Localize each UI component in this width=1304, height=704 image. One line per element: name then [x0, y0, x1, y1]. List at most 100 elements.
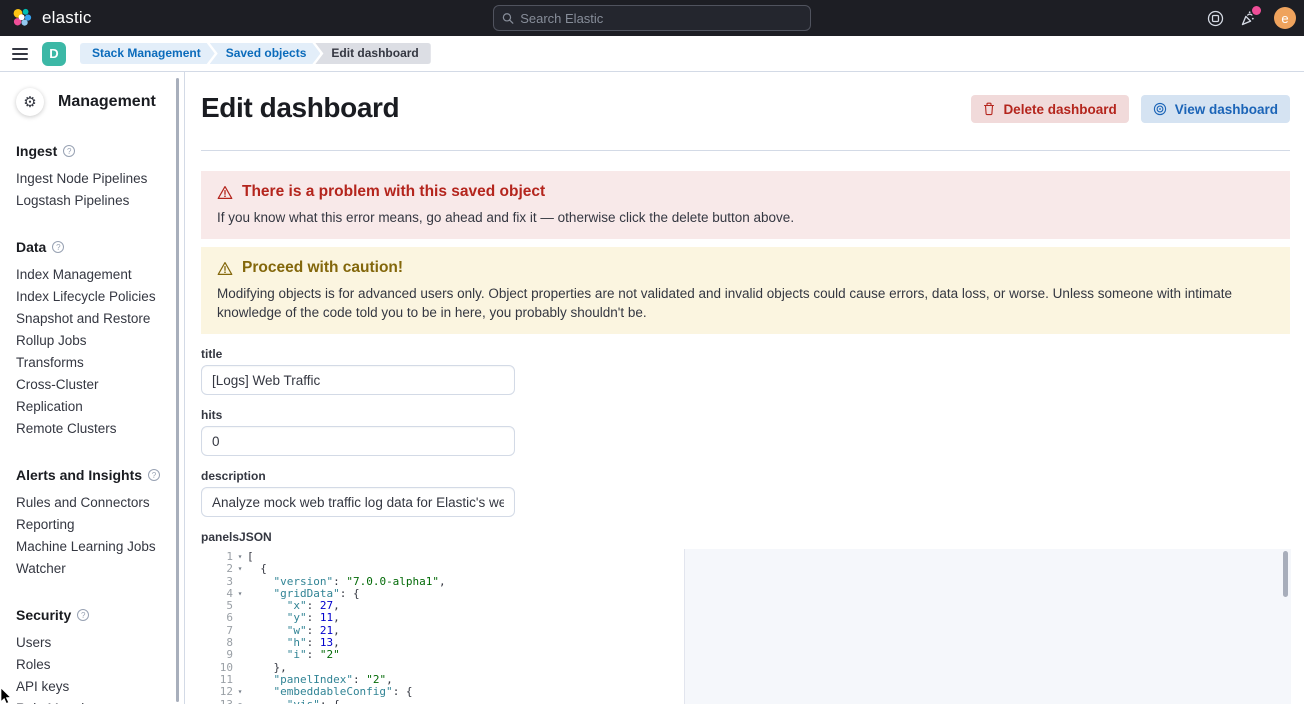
- sidebar-item-ingest-node-pipelines[interactable]: Ingest Node Pipelines: [16, 168, 166, 190]
- sidebar-item-rollup-jobs[interactable]: Rollup Jobs: [16, 330, 166, 352]
- hits-field-label: hits: [201, 408, 515, 422]
- breadcrumb: Stack Management Saved objects Edit dash…: [80, 43, 431, 64]
- editor-scrollbar[interactable]: [1283, 551, 1288, 597]
- code-line: 4▾"gridData": {: [201, 588, 1291, 600]
- help-menu-button[interactable]: [1206, 9, 1224, 27]
- sidebar-item-api-keys[interactable]: API keys: [16, 676, 166, 698]
- global-search[interactable]: [493, 5, 811, 31]
- sidebar-item-rules-and-connectors[interactable]: Rules and Connectors: [16, 492, 166, 514]
- hits-field-input[interactable]: [201, 426, 515, 456]
- sidebar-item-watcher[interactable]: Watcher: [16, 558, 166, 580]
- breadcrumb-saved-objects[interactable]: Saved objects: [210, 43, 321, 64]
- code-line: 9 "i": "2": [201, 649, 1291, 661]
- trash-icon: [983, 102, 995, 116]
- warning-callout-title: Proceed with caution!: [242, 259, 403, 277]
- sidebar-section-security: Security? UsersRolesAPI keysRole Mappings: [16, 607, 166, 704]
- alert-triangle-icon: [217, 185, 233, 200]
- danger-callout: There is a problem with this saved objec…: [201, 171, 1290, 239]
- fold-spacer: [233, 649, 247, 661]
- sidebar-scrollbar[interactable]: [176, 78, 179, 702]
- code-text: "version": "7.0.0-alpha1",: [247, 576, 1291, 588]
- danger-callout-title: There is a problem with this saved objec…: [242, 183, 545, 201]
- panels-json-editor[interactable]: 1▾[2▾{3"version": "7.0.0-alpha1",4▾"grid…: [201, 549, 1291, 704]
- section-help-icon: ?: [63, 145, 75, 157]
- sidebar-item-role-mappings[interactable]: Role Mappings: [16, 698, 166, 704]
- line-number: 9: [201, 649, 233, 661]
- warning-triangle-icon: [217, 261, 233, 276]
- sidebar-item-snapshot-and-restore[interactable]: Snapshot and Restore: [16, 308, 166, 330]
- sidebar-section-title: Data?: [16, 239, 166, 255]
- title-field-input[interactable]: [201, 365, 515, 395]
- code-line: 1▾[: [201, 551, 1291, 563]
- hamburger-icon: [12, 45, 28, 63]
- line-number: 2: [201, 563, 233, 575]
- sidebar-title: Management: [58, 93, 156, 111]
- search-icon: [502, 12, 514, 25]
- code-text: "y": 11,: [247, 612, 1291, 624]
- sidebar-header: ⚙ Management: [16, 88, 166, 116]
- search-input[interactable]: [520, 11, 802, 26]
- sidebar-item-transforms[interactable]: Transforms: [16, 352, 166, 374]
- code-text: [: [247, 551, 1291, 563]
- sidebar-item-users[interactable]: Users: [16, 632, 166, 654]
- sidebar-item-machine-learning-jobs[interactable]: Machine Learning Jobs: [16, 536, 166, 558]
- sidebar-item-cross-cluster-replication[interactable]: Cross-Cluster Replication: [16, 374, 166, 418]
- description-field-input[interactable]: [201, 487, 515, 517]
- sidebar-section-title: Ingest?: [16, 143, 166, 159]
- sidebar-section-data: Data? Index ManagementIndex Lifecycle Pol…: [16, 239, 166, 440]
- description-field-label: description: [201, 469, 515, 483]
- sidebar-item-remote-clusters[interactable]: Remote Clusters: [16, 418, 166, 440]
- delete-dashboard-button[interactable]: Delete dashboard: [971, 95, 1128, 123]
- title-field-label: title: [201, 347, 515, 361]
- sidebar-item-roles[interactable]: Roles: [16, 654, 166, 676]
- elastic-logo[interactable]: elastic: [0, 6, 92, 30]
- sidebar-section-title: Alerts and Insights?: [16, 467, 166, 483]
- fold-toggle-icon[interactable]: ▾: [233, 551, 247, 563]
- code-line: 12▾"embeddableConfig": {: [201, 686, 1291, 698]
- sidebar-item-index-management[interactable]: Index Management: [16, 264, 166, 286]
- management-sidebar: ⚙ Management Ingest? Ingest Node Pipeline…: [0, 72, 185, 704]
- code-text: },: [247, 662, 1291, 674]
- sidebar-section-title: Security?: [16, 607, 166, 623]
- field-group-hits: hits: [201, 408, 515, 456]
- user-avatar[interactable]: e: [1274, 7, 1296, 29]
- code-text: "vis": {: [247, 699, 1291, 704]
- fold-spacer: [233, 576, 247, 588]
- sidebar-item-reporting[interactable]: Reporting: [16, 514, 166, 536]
- breadcrumb-current-page: Edit dashboard: [315, 43, 430, 64]
- brand-name: elastic: [42, 8, 92, 28]
- line-number: 12: [201, 686, 233, 698]
- menu-button[interactable]: [4, 38, 36, 70]
- code-line: 8"h": 13,: [201, 637, 1291, 649]
- fold-spacer: [233, 612, 247, 624]
- code-text: "i": "2": [247, 649, 1291, 661]
- space-avatar[interactable]: D: [42, 42, 66, 66]
- fold-toggle-icon[interactable]: ▾: [233, 563, 247, 575]
- sidebar-item-logstash-pipelines[interactable]: Logstash Pipelines: [16, 190, 166, 212]
- fold-spacer: [233, 662, 247, 674]
- code-text: "gridData": {: [247, 588, 1291, 600]
- fold-toggle-icon[interactable]: ▾: [233, 686, 247, 698]
- view-dashboard-button[interactable]: View dashboard: [1141, 95, 1290, 123]
- main-content: Edit dashboard Delete dashboard View das…: [185, 72, 1304, 704]
- fold-toggle-icon[interactable]: ▾: [233, 588, 247, 600]
- code-line: 5"x": 27,: [201, 600, 1291, 612]
- code-line: 3"version": "7.0.0-alpha1",: [201, 576, 1291, 588]
- sidebar-section-alerts-and-insights: Alerts and Insights? Rules and Connectors…: [16, 467, 166, 580]
- sidebar-sections: Ingest? Ingest Node PipelinesLogstash Pip…: [16, 143, 166, 704]
- warning-callout-body: Modifying objects is for advanced users …: [217, 284, 1274, 322]
- notification-dot: [1252, 6, 1261, 15]
- newsfeed-button[interactable]: [1240, 9, 1258, 27]
- breadcrumb-stack-management[interactable]: Stack Management: [80, 43, 215, 64]
- line-number: 13: [201, 699, 233, 704]
- line-number: 6: [201, 612, 233, 624]
- json-editor-lines: 1▾[2▾{3"version": "7.0.0-alpha1",4▾"grid…: [201, 549, 1291, 704]
- panels-json-label: panelsJSON: [201, 530, 1290, 544]
- fold-toggle-icon[interactable]: ▾: [233, 699, 247, 704]
- section-help-icon: ?: [77, 609, 89, 621]
- code-line: 13▾"vis": {: [201, 699, 1291, 704]
- elastic-logo-icon: [10, 6, 34, 30]
- sidebar-item-index-lifecycle-policies[interactable]: Index Lifecycle Policies: [16, 286, 166, 308]
- code-line: 7"w": 21,: [201, 625, 1291, 637]
- warning-callout: Proceed with caution! Modifying objects …: [201, 247, 1290, 334]
